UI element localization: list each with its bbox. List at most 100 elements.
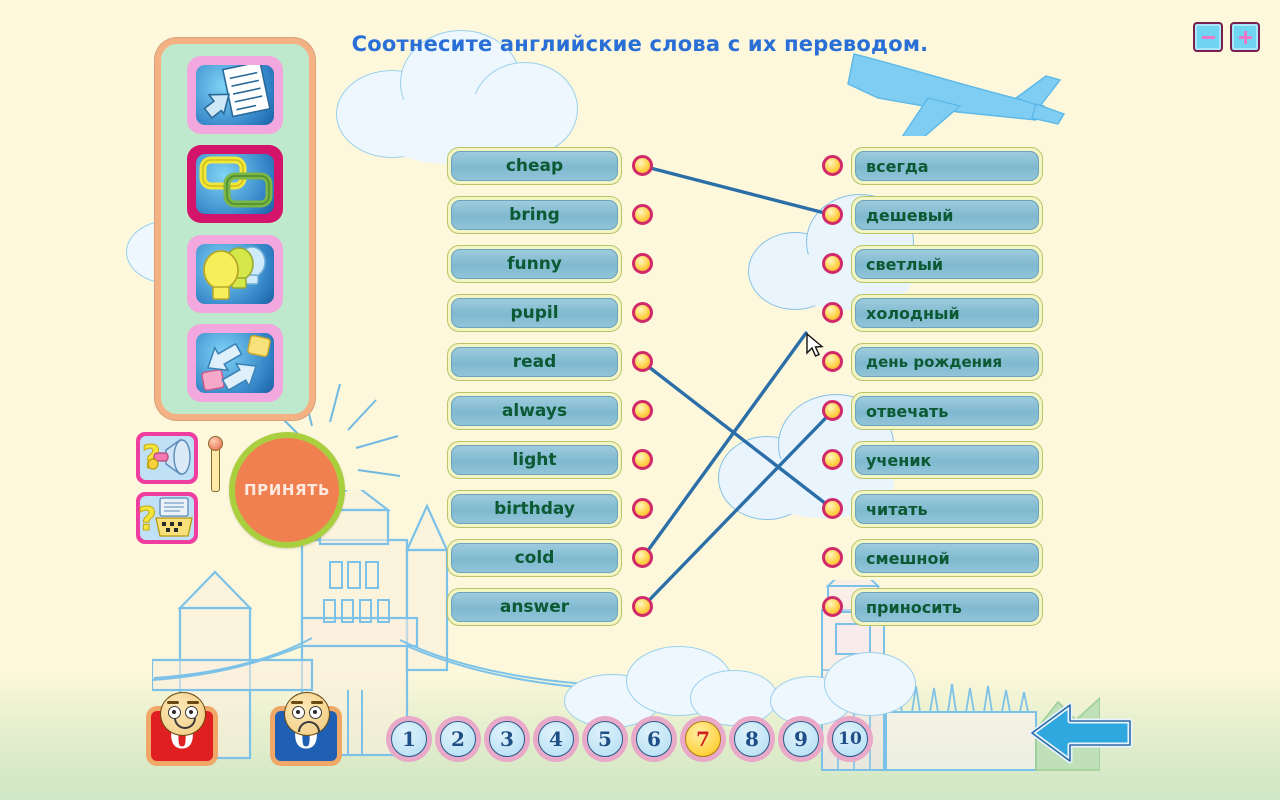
russian-connector-dot[interactable] — [822, 204, 843, 225]
english-connector-dot[interactable] — [632, 155, 653, 176]
sad-face-icon — [284, 692, 330, 736]
english-word-chip[interactable]: answer — [447, 588, 622, 626]
activity-screen: Соотнесите английские слова с их перевод… — [0, 0, 1280, 800]
russian-connector-dot[interactable] — [822, 351, 843, 372]
page-button-3[interactable]: 3 — [484, 716, 530, 762]
side-tool-write-question[interactable]: ? — [136, 492, 198, 544]
english-word-label: funny — [451, 249, 618, 279]
english-connector-dot[interactable] — [632, 596, 653, 617]
russian-word-chip[interactable]: приносить — [851, 588, 1043, 626]
zoom-in-button[interactable] — [1230, 22, 1260, 52]
page-button-10[interactable]: 10 — [827, 716, 873, 762]
english-word-chip[interactable]: light — [447, 441, 622, 479]
english-connector-dot[interactable] — [632, 302, 653, 323]
russian-word-label: смешной — [855, 543, 1039, 573]
page-button-7[interactable]: 7 — [680, 716, 726, 762]
page-button-5[interactable]: 5 — [582, 716, 628, 762]
russian-word-label: ученик — [855, 445, 1039, 475]
eye — [309, 706, 322, 719]
page-number-label: 2 — [440, 721, 476, 757]
english-word-label: pupil — [451, 298, 618, 328]
russian-word-chip[interactable]: всегда — [851, 147, 1043, 185]
russian-word-chip[interactable]: холодный — [851, 294, 1043, 332]
lightbulbs-icon — [203, 245, 266, 300]
russian-connector-dot[interactable] — [822, 596, 843, 617]
tool-button-link-match[interactable] — [187, 145, 283, 224]
english-word-chip[interactable]: pupil — [447, 294, 622, 332]
page-number-label: 9 — [783, 721, 819, 757]
russian-word-label: всегда — [855, 151, 1039, 181]
english-connector-dot[interactable] — [632, 400, 653, 421]
page-button-4[interactable]: 4 — [533, 716, 579, 762]
russian-connector-dot[interactable] — [822, 155, 843, 176]
english-connector-dot[interactable] — [632, 253, 653, 274]
russian-connector-dot[interactable] — [822, 449, 843, 470]
arrows-shuffle-icon — [201, 335, 271, 392]
russian-word-label: холодный — [855, 298, 1039, 328]
page-number-label: 3 — [489, 721, 525, 757]
russian-word-chip[interactable]: день рождения — [851, 343, 1043, 381]
english-word-chip[interactable]: read — [447, 343, 622, 381]
english-word-chip[interactable]: bring — [447, 196, 622, 234]
tool-button-hint-ideas[interactable] — [187, 234, 283, 313]
accept-button[interactable]: ПРИНЯТЬ — [229, 432, 345, 548]
english-word-label: read — [451, 347, 618, 377]
russian-connector-dot[interactable] — [822, 302, 843, 323]
russian-word-chip[interactable]: ученик — [851, 441, 1043, 479]
score-correct: 0 — [146, 692, 218, 766]
page-button-1[interactable]: 1 — [386, 716, 432, 762]
question-typewriter-icon: ? — [138, 497, 193, 539]
english-word-label: answer — [451, 592, 618, 622]
svg-text:?: ? — [138, 500, 157, 538]
russian-word-chip[interactable]: смешной — [851, 539, 1043, 577]
side-tool-listen-question[interactable]: ? — [136, 432, 198, 484]
page-number-label: 5 — [587, 721, 623, 757]
russian-connector-dot[interactable] — [822, 400, 843, 421]
russian-word-chip[interactable]: дешевый — [851, 196, 1043, 234]
russian-word-chip[interactable]: отвечать — [851, 392, 1043, 430]
english-word-label: light — [451, 445, 618, 475]
question-megaphone-icon: ? — [142, 438, 191, 477]
english-connector-dot[interactable] — [632, 204, 653, 225]
page-button-6[interactable]: 6 — [631, 716, 677, 762]
english-connector-dot[interactable] — [632, 498, 653, 519]
mouth — [174, 718, 196, 729]
russian-connector-dot[interactable] — [822, 253, 843, 274]
chain-links-icon — [199, 156, 273, 208]
plus-icon — [1238, 30, 1252, 44]
english-word-chip[interactable]: cold — [447, 539, 622, 577]
page-number-label: 4 — [538, 721, 574, 757]
english-word-label: bring — [451, 200, 618, 230]
document-arrow-icon — [203, 64, 271, 119]
russian-connector-dot[interactable] — [822, 498, 843, 519]
back-arrow-icon[interactable] — [1026, 697, 1136, 769]
russian-word-chip[interactable]: светлый — [851, 245, 1043, 283]
english-word-chip[interactable]: birthday — [447, 490, 622, 528]
page-button-9[interactable]: 9 — [778, 716, 824, 762]
page-number-label: 7 — [685, 721, 721, 757]
russian-word-chip[interactable]: читать — [851, 490, 1043, 528]
english-connector-dot[interactable] — [632, 351, 653, 372]
english-word-label: always — [451, 396, 618, 426]
happy-face-icon — [160, 692, 206, 736]
page-number-label: 1 — [391, 721, 427, 757]
english-word-label: birthday — [451, 494, 618, 524]
english-word-chip[interactable]: always — [447, 392, 622, 430]
zoom-out-button[interactable] — [1193, 22, 1223, 52]
minus-icon — [1201, 35, 1215, 39]
tool-button-shuffle-move[interactable] — [187, 324, 283, 403]
russian-word-label: светлый — [855, 249, 1039, 279]
english-word-chip[interactable]: funny — [447, 245, 622, 283]
english-connector-dot[interactable] — [632, 547, 653, 568]
page-button-8[interactable]: 8 — [729, 716, 775, 762]
tool-panel — [155, 38, 315, 420]
russian-connector-dot[interactable] — [822, 547, 843, 568]
english-connector-dot[interactable] — [632, 449, 653, 470]
tool-button-document-select[interactable] — [187, 55, 283, 134]
page-navigation: 1 2 3 4 5 6 7 8 9 10 — [386, 716, 873, 762]
page-number-label: 6 — [636, 721, 672, 757]
page-button-2[interactable]: 2 — [435, 716, 481, 762]
zoom-controls — [1193, 22, 1260, 52]
english-word-chip[interactable]: cheap — [447, 147, 622, 185]
page-number-label: 10 — [832, 721, 868, 757]
